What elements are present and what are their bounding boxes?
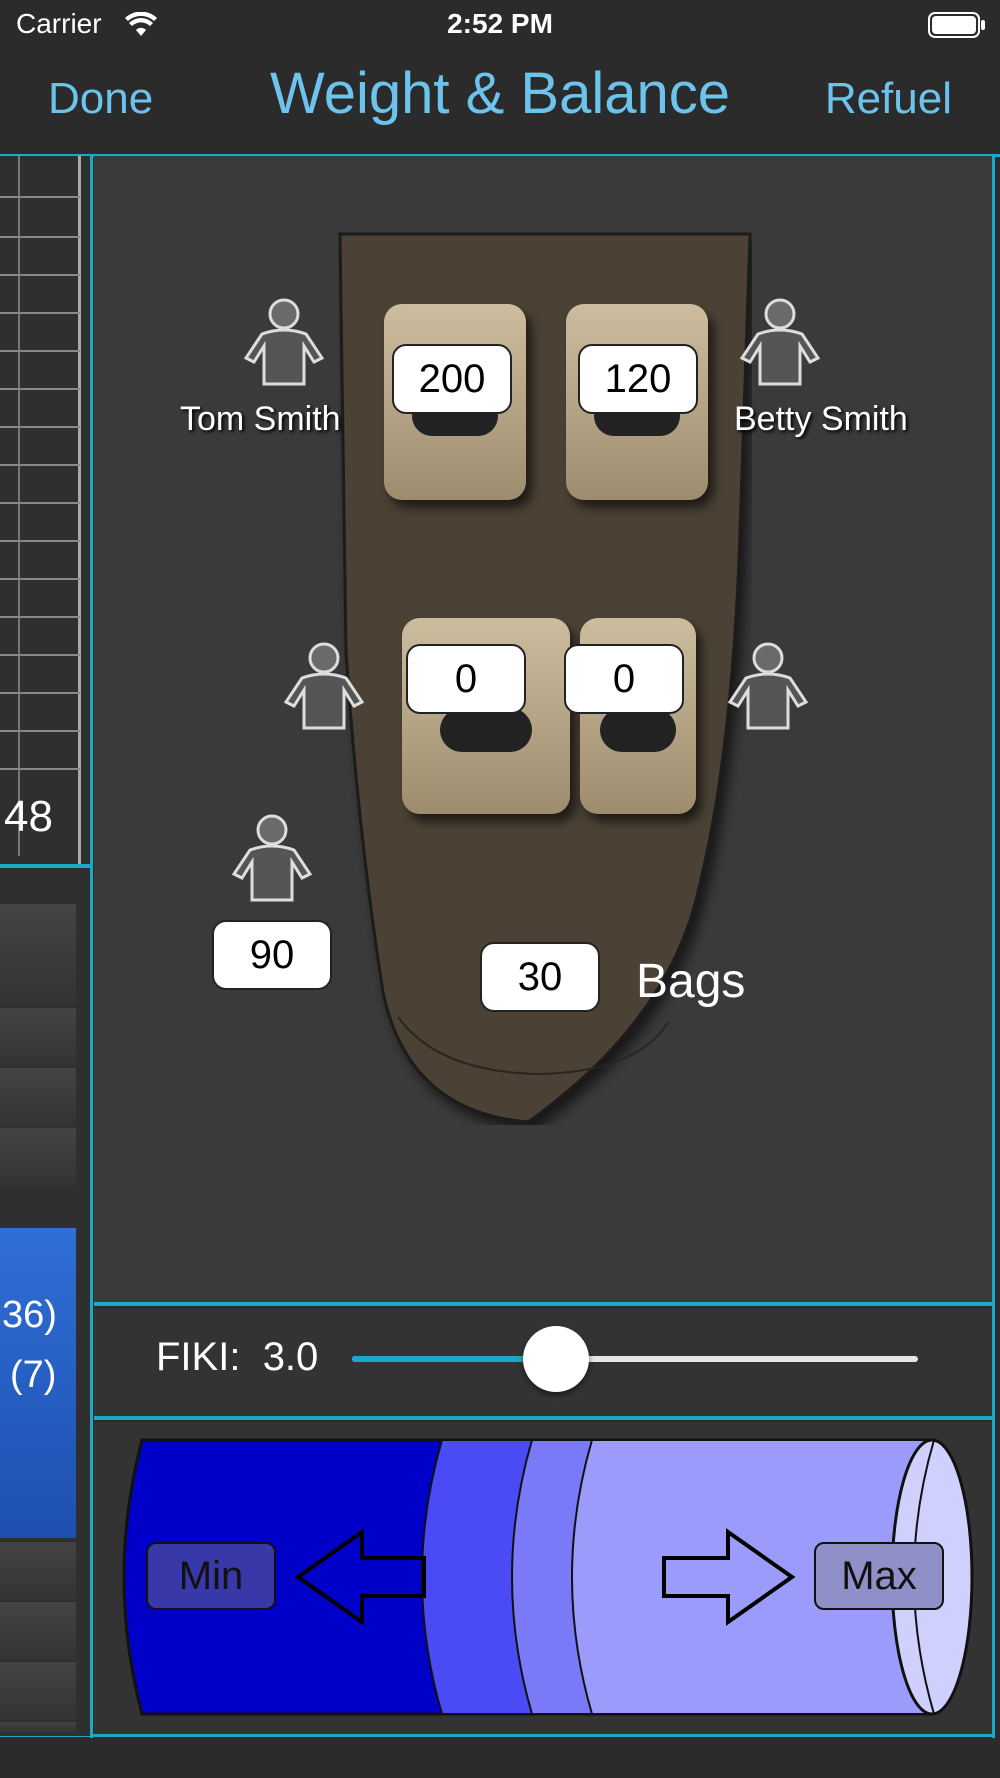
scale-tick bbox=[0, 692, 80, 694]
scale-tick bbox=[0, 730, 80, 732]
max-fuel-button[interactable]: Max bbox=[814, 1542, 944, 1610]
scale-axis bbox=[78, 156, 81, 866]
scale-axis bbox=[18, 156, 20, 856]
scale-tick bbox=[0, 312, 80, 314]
front-right-passenger-name: Betty Smith bbox=[734, 400, 908, 438]
list-item[interactable] bbox=[0, 1068, 76, 1126]
list-item-value: 36) bbox=[2, 1294, 57, 1336]
front-left-weight-field[interactable]: 200 bbox=[392, 344, 512, 414]
fiki-label: FIKI: 3.0 bbox=[156, 1335, 318, 1380]
person-icon[interactable] bbox=[242, 296, 326, 388]
scale-tick bbox=[0, 350, 80, 352]
scale-tick bbox=[0, 578, 80, 580]
list-item[interactable] bbox=[0, 1128, 76, 1186]
scale-tick bbox=[0, 236, 80, 238]
scale-tick bbox=[0, 616, 80, 618]
frame-divider bbox=[94, 1416, 994, 1420]
scale-tick bbox=[0, 274, 80, 276]
scale-tick bbox=[0, 502, 80, 504]
frame-divider bbox=[90, 154, 93, 1738]
list-item[interactable] bbox=[0, 1008, 76, 1066]
scale-tick bbox=[0, 388, 80, 390]
scale-tick bbox=[0, 540, 80, 542]
fiki-label-text: FIKI: bbox=[156, 1335, 241, 1379]
bags-label: Bags bbox=[636, 955, 746, 1008]
frame-divider bbox=[0, 1734, 995, 1737]
clock: 2:52 PM bbox=[447, 8, 553, 39]
min-fuel-button[interactable]: Min bbox=[146, 1542, 276, 1610]
navigation-bar: Done Weight & Balance Refuel bbox=[0, 50, 1000, 150]
list-item[interactable] bbox=[0, 1602, 76, 1660]
fiki-slider-thumb[interactable] bbox=[522, 1326, 589, 1392]
scale-tick bbox=[0, 654, 80, 656]
list-item[interactable] bbox=[0, 1662, 76, 1720]
rear-left-weight-field[interactable]: 0 bbox=[406, 644, 526, 714]
bags-weight-field[interactable]: 30 bbox=[480, 942, 600, 1012]
scale-number: 48 bbox=[4, 792, 53, 841]
scale-tick bbox=[0, 768, 80, 770]
person-icon[interactable] bbox=[282, 640, 366, 732]
list-item[interactable] bbox=[0, 1722, 76, 1732]
frame-divider bbox=[94, 1302, 994, 1306]
refuel-button[interactable]: Refuel bbox=[825, 74, 952, 124]
front-left-passenger-name: Tom Smith bbox=[180, 400, 341, 438]
scale-tick bbox=[0, 196, 80, 198]
front-right-weight-field[interactable]: 120 bbox=[578, 344, 698, 414]
rear-right-weight-field[interactable]: 0 bbox=[564, 644, 684, 714]
list-item[interactable] bbox=[0, 1542, 76, 1600]
frame-divider bbox=[992, 154, 995, 1738]
fiki-value: 3.0 bbox=[262, 1335, 319, 1379]
battery-icon bbox=[928, 12, 985, 38]
extra-seat-weight-field[interactable]: 90 bbox=[212, 920, 332, 990]
scale-tick bbox=[0, 426, 80, 428]
scale-tick bbox=[0, 464, 80, 466]
list-item-value: (7) bbox=[10, 1354, 57, 1396]
list-item[interactable] bbox=[0, 904, 76, 1004]
person-icon[interactable] bbox=[738, 296, 822, 388]
frame-divider bbox=[0, 864, 90, 868]
status-bar: Carrier 2:52 PM bbox=[0, 0, 1000, 50]
person-icon[interactable] bbox=[726, 640, 810, 732]
cg-scale-strip[interactable]: 48 36) (7) bbox=[0, 156, 90, 1736]
person-icon[interactable] bbox=[230, 812, 314, 904]
